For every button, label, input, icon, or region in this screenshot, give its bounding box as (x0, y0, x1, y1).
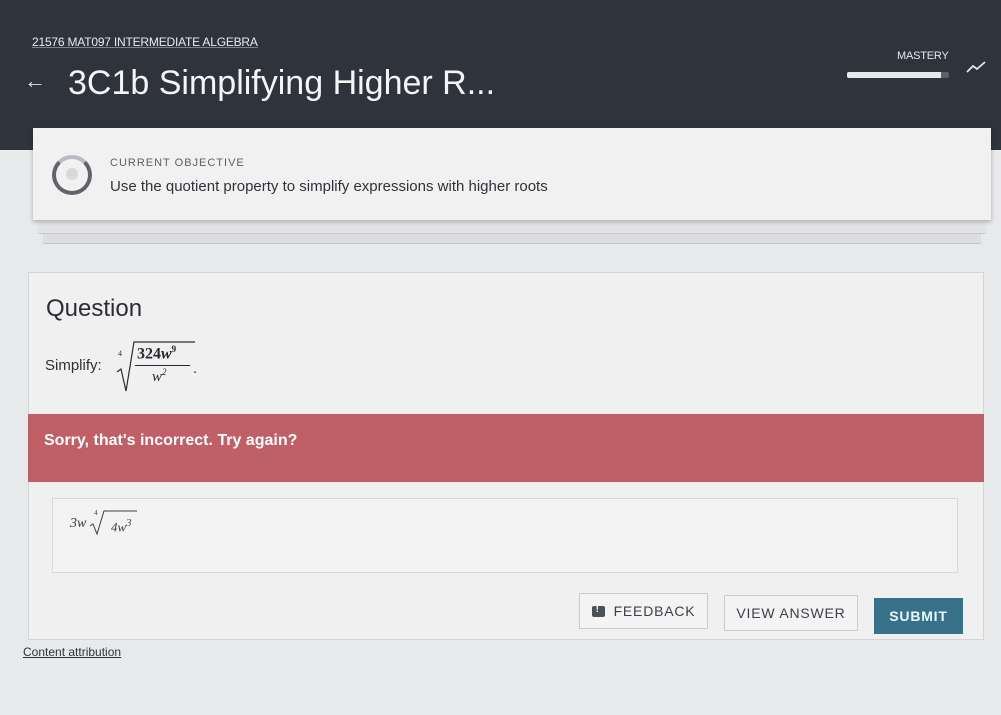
answer-radicand-base: 4w (111, 519, 127, 535)
fraction-bar (135, 365, 190, 366)
objective-label: CURRENT OBJECTIVE (110, 157, 245, 169)
objective-text: Use the quotient property to simplify ex… (110, 178, 548, 195)
content-attribution-link[interactable]: Content attribution (23, 645, 121, 659)
question-heading: Question (46, 295, 143, 322)
error-message: Sorry, that's incorrect. Try again? (44, 432, 298, 449)
view-answer-label: VIEW ANSWER (736, 605, 846, 621)
mastery-progress-bar (847, 72, 949, 78)
radical-index: 4 (118, 349, 122, 358)
objective-stack-layer (38, 222, 986, 234)
feedback-icon (591, 604, 605, 617)
fraction-denominator: w2 (152, 367, 167, 386)
page-title: 3C1b Simplifying Higher R... (68, 64, 496, 102)
answer-radicand: 4w3 (111, 517, 132, 535)
objective-card (33, 128, 991, 220)
mastery-label: MASTERY (897, 50, 949, 62)
mastery-progress-fill (847, 72, 941, 78)
trend-line-icon[interactable] (966, 60, 986, 74)
denominator-variable: w (152, 369, 163, 385)
objective-star-icon (66, 168, 78, 180)
numerator-variable: w (161, 345, 172, 363)
question-prompt: Simplify: (45, 357, 102, 374)
question-period: . (193, 360, 198, 377)
answer-input[interactable] (52, 498, 958, 573)
numerator-coefficient: 324 (137, 345, 161, 363)
objective-stack-layer (43, 234, 981, 244)
view-answer-button[interactable]: VIEW ANSWER (724, 595, 858, 631)
feedback-button[interactable]: FEEDBACK (579, 593, 708, 629)
answer-radicand-exponent: 3 (126, 517, 132, 529)
answer-radical-index: 4 (94, 509, 98, 517)
numerator-exponent: 9 (171, 344, 177, 354)
answer-coefficient: 3w (70, 516, 87, 531)
fraction-numerator: 324w9 (137, 344, 176, 363)
submit-label: SUBMIT (889, 608, 948, 624)
denominator-exponent: 2 (162, 367, 167, 377)
arrow-left-icon[interactable]: ← (24, 68, 46, 94)
feedback-button-label: FEEDBACK (613, 603, 696, 619)
submit-button[interactable]: SUBMIT (874, 598, 963, 634)
course-title-link[interactable]: 21576 MAT097 INTERMEDIATE ALGEBRA (32, 35, 258, 49)
